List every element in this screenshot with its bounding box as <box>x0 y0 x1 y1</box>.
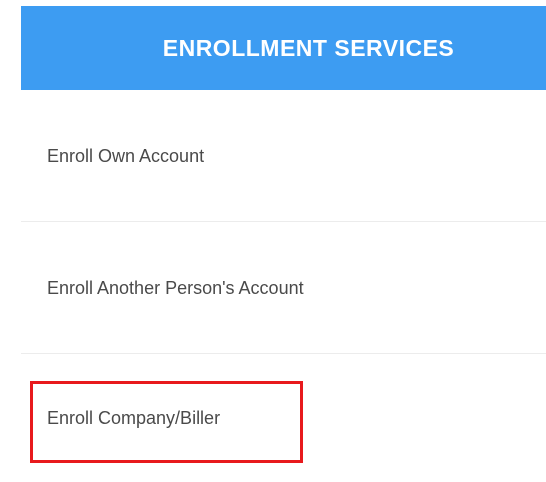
menu-item-enroll-company-biller[interactable]: Enroll Company/Biller <box>21 354 546 482</box>
menu-item-enroll-own-account[interactable]: Enroll Own Account <box>21 90 546 222</box>
menu-item-label: Enroll Own Account <box>47 145 205 166</box>
panel-header: ENROLLMENT SERVICES <box>21 6 546 90</box>
menu-item-label: Enroll Company/Biller <box>47 407 221 428</box>
menu-item-label: Enroll Another Person's Account <box>47 277 304 298</box>
enrollment-services-panel: ENROLLMENT SERVICES Enroll Own Account E… <box>0 0 546 482</box>
menu-item-enroll-another-person-account[interactable]: Enroll Another Person's Account <box>21 222 546 354</box>
page-title: ENROLLMENT SERVICES <box>162 34 455 61</box>
